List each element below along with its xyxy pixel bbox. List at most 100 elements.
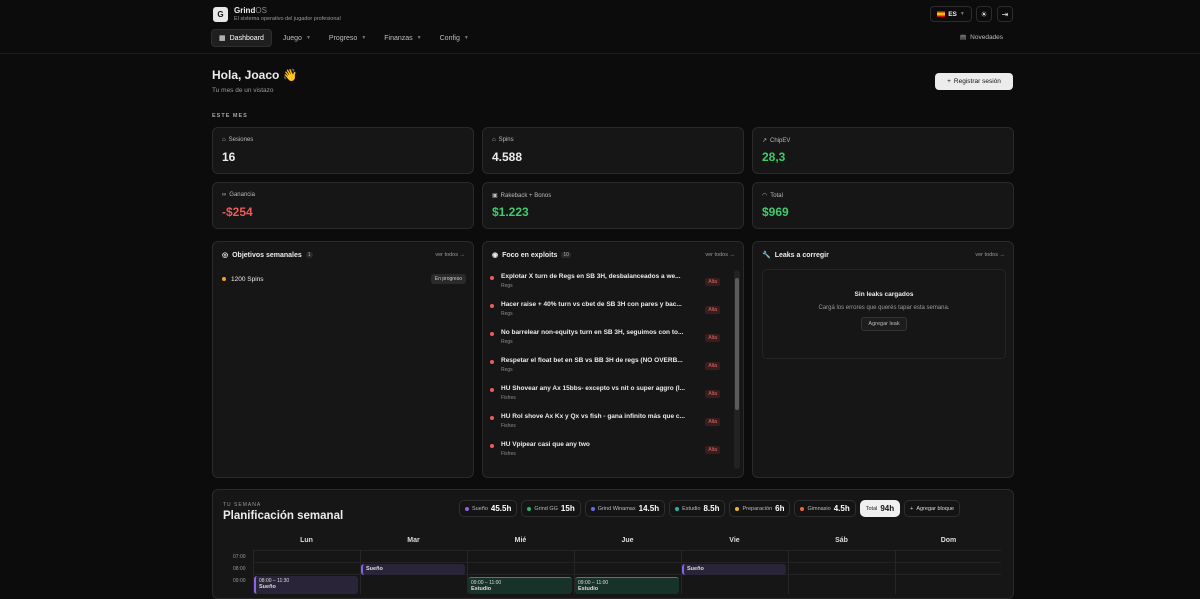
dot-icon <box>800 506 805 511</box>
news-icon: ▤ <box>960 34 967 41</box>
exploit-category: Regs <box>501 339 513 345</box>
block-title: Sueño <box>259 584 276 590</box>
register-session-label: Registrar sesión <box>953 78 1001 85</box>
nav-config[interactable]: Config ▼ <box>433 29 476 47</box>
grindos-logo[interactable]: G <box>213 7 228 22</box>
brand-suffix: OS <box>255 6 267 15</box>
goal-item[interactable]: 1200 Spins En progreso <box>222 274 466 284</box>
wrench-icon: 🔧 <box>762 252 771 259</box>
chevron-down-icon: ▼ <box>361 35 367 41</box>
novedades-link[interactable]: ▤ Novedades <box>960 33 1003 42</box>
link-icon: ∞ <box>222 192 227 198</box>
stat-label: ▣ Rakeback + Bonos <box>492 192 552 200</box>
exploit-item[interactable]: No barrelear non-equitys turn en SB 3H, … <box>490 328 728 352</box>
exploit-category: Fishes <box>501 423 516 429</box>
exploit-item[interactable]: HU Vpipear casi que any two Fishes Alta <box>490 440 728 464</box>
chip-sueno[interactable]: Sueño 45.5h <box>459 500 518 517</box>
block-sueno-vie[interactable]: Sueño <box>682 564 786 575</box>
chip-name: Sueño <box>472 505 488 512</box>
logout-icon: ⇥ <box>1001 9 1009 19</box>
add-leak-button[interactable]: Agregar leak <box>861 317 907 331</box>
language-code: ES <box>948 10 957 18</box>
chip-hours: 4.5h <box>833 504 850 513</box>
chip-preparacion[interactable]: Preparación 6h <box>729 500 791 517</box>
target-icon: ◎ <box>222 252 229 259</box>
chip-gimnasio[interactable]: Gimnasio 4.5h <box>794 500 856 517</box>
stat-card-ganancia: ∞ Ganancia -$254 <box>212 182 474 229</box>
panel-title: 🔧 Leaks a corregir <box>762 251 829 260</box>
stat-card-rakeback: ▣ Rakeback + Bonos $1.223 <box>482 182 744 229</box>
grid-line <box>253 550 1001 551</box>
day-header: Dom <box>940 537 957 544</box>
scrollbar-thumb[interactable] <box>735 278 739 410</box>
exploit-item[interactable]: HU Rol shove Ax Kx y Qx vs fish - gana i… <box>490 412 728 436</box>
block-sueno-lun[interactable]: 08:00 – 11:30 Sueño <box>254 576 358 594</box>
priority-dot-icon <box>490 276 494 280</box>
language-selector[interactable]: ES ▼ <box>930 6 972 22</box>
empty-title: Sin leaks cargados <box>854 291 914 298</box>
block-estudio-mie[interactable]: 09:00 – 11:00 Estudio <box>468 577 572 594</box>
chip-grind-gg[interactable]: Grind GG 15h <box>521 500 581 517</box>
register-session-button[interactable]: + Registrar sesión <box>935 73 1013 90</box>
dot-icon <box>735 506 740 511</box>
spin-icon: ⌂ <box>492 137 496 143</box>
exploit-title: Hacer raise + 40% turn vs cbet de SB 3H … <box>501 301 682 308</box>
status-dot-icon <box>222 277 226 281</box>
total-hours: 94h <box>880 504 895 513</box>
chip-hours: 14.5h <box>638 504 660 513</box>
chip-hours: 8.5h <box>703 504 720 513</box>
theme-toggle-button[interactable]: ☀ <box>976 6 992 22</box>
grid-icon: ▦ <box>219 35 226 42</box>
exploit-category: Regs <box>501 367 513 373</box>
nav-dashboard[interactable]: ▦ Dashboard <box>211 29 272 47</box>
exploits-scrollbar[interactable] <box>734 270 740 469</box>
stat-value: $969 <box>762 205 789 219</box>
panel-title-text: Foco en exploits <box>502 251 558 259</box>
ver-todos-objetivos-link[interactable]: ver todos → <box>435 252 465 258</box>
stat-card-spins: ⌂ Spins 4.588 <box>482 127 744 174</box>
exploit-item[interactable]: Hacer raise + 40% turn vs cbet de SB 3H … <box>490 300 728 324</box>
ver-todos-leaks-link[interactable]: ver todos → <box>975 252 1005 258</box>
nav-juego[interactable]: Juego ▼ <box>276 29 318 47</box>
stat-label-text: Spins <box>498 137 514 143</box>
nav-label: Dashboard <box>229 34 264 42</box>
priority-dot-icon <box>490 332 494 336</box>
plus-icon: + <box>947 78 951 85</box>
chip-estudio[interactable]: Estudio 8.5h <box>669 500 726 517</box>
top-bar: G GrindOS El sistema operativo del jugad… <box>0 0 1200 54</box>
week-title: Planificación semanal <box>223 510 344 522</box>
stat-card-sesiones: ⌂ Sesiones 16 <box>212 127 474 174</box>
dot-icon <box>675 506 680 511</box>
leaks-empty-state: Sin leaks cargados Cargá los errores que… <box>762 269 1006 359</box>
sun-icon: ☀ <box>980 9 988 19</box>
objetivos-panel: ◎ Objetivos semanales 1 ver todos → 1200 S… <box>212 241 474 478</box>
block-sueno-mar[interactable]: Sueño <box>361 564 465 575</box>
priority-dot-icon <box>490 444 494 448</box>
nav-finanzas[interactable]: Finanzas ▼ <box>377 29 428 47</box>
brand-main: Grind <box>234 6 256 15</box>
chip-grind-winamax[interactable]: Grind Winamax 14.5h <box>584 500 666 517</box>
block-title: Estudio <box>471 586 492 592</box>
empty-description: Cargá los errores que querés tapar esta … <box>818 305 950 311</box>
week-section-label: TU SEMANA <box>223 502 262 508</box>
add-block-button[interactable]: + Agregar bloque <box>904 500 960 517</box>
day-header: Sáb <box>835 537 848 544</box>
brand-tagline: El sistema operativo del jugador profesi… <box>234 16 341 22</box>
page-subtitle: Tu mes de un vistazo <box>212 87 274 94</box>
exploit-item[interactable]: Explotar X turn de Regs en SB 3H, desbal… <box>490 272 728 296</box>
exploit-item[interactable]: Respetar el float bet en SB vs BB 3H de … <box>490 356 728 380</box>
nav-progreso[interactable]: Progreso ▼ <box>322 29 373 47</box>
stat-label: ⌂ Sesiones <box>222 137 253 143</box>
priority-dot-icon <box>490 416 494 420</box>
dot-icon <box>527 506 532 511</box>
priority-dot-icon <box>490 360 494 364</box>
block-estudio-jue[interactable]: 09:00 – 11:00 Estudio <box>575 577 679 594</box>
chip-name: Grind GG <box>534 505 558 512</box>
logout-button[interactable]: ⇥ <box>997 6 1013 22</box>
stat-label-text: Rakeback + Bonos <box>500 192 552 199</box>
total-label: Total <box>865 505 878 512</box>
spain-flag-icon <box>937 11 946 17</box>
exploit-item[interactable]: HU Shovear any Ax 15bbs- excepto vs nit … <box>490 384 728 408</box>
ver-todos-exploits-link[interactable]: ver todos → <box>705 252 735 258</box>
panel-title: ◉ Foco en exploits 10 <box>492 251 571 259</box>
